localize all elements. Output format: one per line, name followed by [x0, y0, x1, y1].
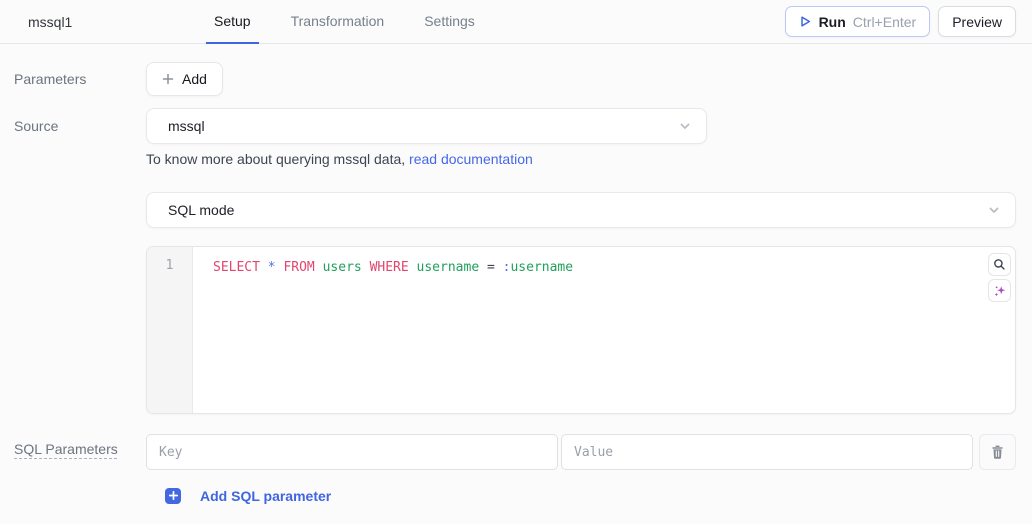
trash-icon	[990, 444, 1005, 460]
sql-mode-value: SQL mode	[168, 202, 234, 218]
editor-ai-button[interactable]	[988, 279, 1011, 302]
tab-settings[interactable]: Settings	[416, 0, 483, 44]
tab-transformation[interactable]: Transformation	[283, 0, 393, 44]
editor-gutter: 1	[147, 247, 193, 413]
parameter-value-input[interactable]	[561, 434, 973, 470]
add-parameter-label: Add	[182, 71, 207, 87]
query-name[interactable]: mssql1	[28, 14, 148, 30]
sql-code-editor[interactable]: 1 SELECT * FROM users WHERE username = :…	[146, 246, 1016, 414]
parameters-label: Parameters	[0, 70, 146, 89]
source-row: Source mssql To know more about querying…	[0, 108, 1032, 414]
source-select-value: mssql	[168, 118, 205, 134]
ai-sparkles-icon	[993, 284, 1007, 298]
play-icon	[799, 15, 812, 28]
source-label: Source	[0, 108, 146, 414]
tab-setup[interactable]: Setup	[206, 0, 259, 44]
search-icon	[993, 258, 1006, 271]
sql-mode-select[interactable]: SQL mode	[146, 192, 1016, 228]
run-label: Run	[819, 14, 846, 30]
sql-parameters-label-text: SQL Parameters	[14, 438, 118, 460]
query-setup-panel: Parameters Add Source mssql To know more…	[0, 44, 1032, 504]
editor-code-area[interactable]: SELECT * FROM users WHERE username = :us…	[193, 247, 1015, 413]
editor-toolbar	[988, 253, 1011, 302]
sql-parameters-label: SQL Parameters	[0, 434, 146, 470]
query-header: mssql1 Setup Transformation Settings Run…	[0, 0, 1032, 44]
run-shortcut: Ctrl+Enter	[853, 14, 916, 30]
plus-icon	[162, 73, 174, 85]
delete-parameter-button[interactable]	[979, 434, 1016, 470]
preview-button[interactable]: Preview	[938, 6, 1016, 37]
header-actions: Run Ctrl+Enter Preview	[785, 6, 1016, 37]
help-text-prefix: To know more about querying mssql data,	[146, 151, 409, 167]
plus-icon	[165, 488, 181, 504]
chevron-down-icon	[987, 203, 1001, 217]
source-help-text: To know more about querying mssql data, …	[146, 151, 1016, 167]
source-select[interactable]: mssql	[146, 108, 707, 144]
spacer	[0, 487, 146, 504]
run-button[interactable]: Run Ctrl+Enter	[785, 6, 931, 37]
sql-parameter-row	[146, 434, 1016, 470]
add-sql-parameter-label: Add SQL parameter	[200, 488, 331, 504]
parameters-row: Parameters Add	[0, 62, 1032, 96]
tab-bar: Setup Transformation Settings	[206, 0, 483, 43]
add-sql-parameter-button[interactable]: Add SQL parameter	[165, 488, 331, 504]
editor-search-button[interactable]	[988, 253, 1011, 276]
code-line: SELECT * FROM users WHERE username = :us…	[213, 258, 1015, 277]
sql-parameters-row: SQL Parameters	[0, 434, 1032, 470]
read-documentation-link[interactable]: read documentation	[409, 151, 533, 167]
parameter-key-input[interactable]	[146, 434, 558, 470]
add-sql-parameter-row: Add SQL parameter	[0, 487, 1032, 504]
line-number: 1	[147, 258, 192, 273]
add-parameter-button[interactable]: Add	[146, 62, 223, 96]
chevron-down-icon	[678, 119, 692, 133]
